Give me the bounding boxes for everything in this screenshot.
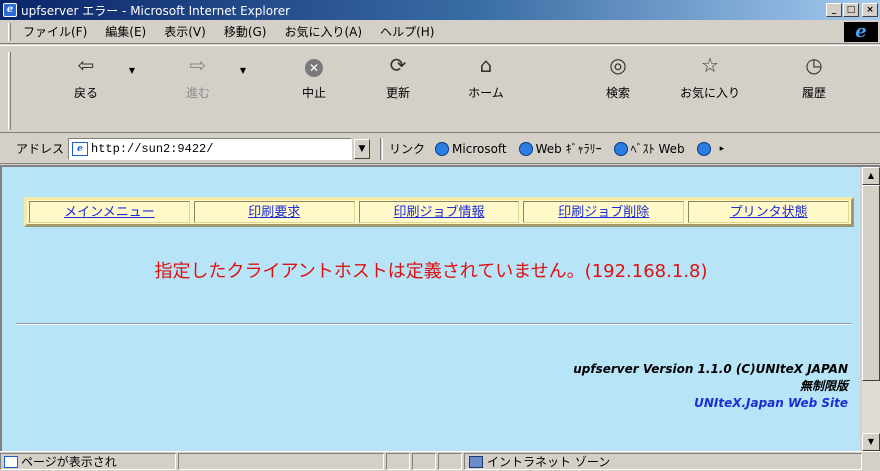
- address-label: アドレス: [16, 142, 65, 156]
- nav-cell-job-info: 印刷ジョブ情報: [358, 201, 520, 223]
- status-bar: ページが表示され イントラネット ゾーン: [0, 451, 880, 471]
- page-status-icon: [4, 455, 18, 468]
- globe-icon: [696, 141, 711, 156]
- back-label: 戻る: [73, 86, 98, 100]
- toolbar-separator: [380, 137, 384, 160]
- ie-throbber-logo: e: [844, 22, 878, 42]
- scroll-down-icon[interactable]: ▼: [862, 433, 880, 451]
- link-web-gallery-label: Web ｷﾞｬﾗﾘｰ: [535, 142, 602, 156]
- links-label[interactable]: リンク: [389, 140, 425, 157]
- nav-cell-print-request: 印刷要求: [193, 201, 355, 223]
- maximize-button[interactable]: □: [843, 3, 859, 17]
- forward-button[interactable]: ⇨ 進む: [168, 50, 228, 130]
- stop-icon: ✕: [305, 59, 323, 77]
- globe-icon: [613, 141, 628, 156]
- page-nav-bar: メインメニュー 印刷要求 印刷ジョブ情報 印刷ジョブ削除 プリンタ状態: [24, 197, 854, 227]
- page-content: メインメニュー 印刷要求 印刷ジョブ情報 印刷ジョブ削除 プリンタ状態 指定した…: [2, 167, 860, 451]
- intranet-zone-icon: [469, 455, 483, 468]
- history-label: 履歴: [801, 86, 826, 100]
- link-microsoft[interactable]: Microsoft: [435, 141, 507, 156]
- page-footer: upfserver Version 1.1.0 (C)UNIteX JAPAN …: [573, 361, 848, 412]
- address-field[interactable]: e: [68, 137, 353, 160]
- title-bar: e upfserver エラー - Microsoft Internet Exp…: [0, 0, 880, 20]
- forward-dropdown-icon[interactable]: ▼: [238, 66, 248, 75]
- nav-cell-job-delete: 印刷ジョブ削除: [523, 201, 685, 223]
- menu-view[interactable]: 表示(V): [158, 23, 212, 40]
- toolbar-grip[interactable]: [8, 52, 11, 130]
- ie-app-icon[interactable]: e: [3, 3, 17, 17]
- standard-toolbar: ⇦ 戻る ▼ ⇨ 進む ▼ ✕ 中止 ⟳ 更新 ⌂ ホーム ◎ 検索 ☆ お気に…: [0, 45, 880, 133]
- globe-icon: [435, 141, 450, 156]
- link-best-web[interactable]: ﾍﾞｽﾄ Web: [613, 140, 685, 157]
- back-button[interactable]: ⇦ 戻る: [56, 50, 116, 130]
- refresh-label: 更新: [385, 86, 410, 100]
- address-dropdown-button[interactable]: ▼: [354, 138, 371, 159]
- minimize-button[interactable]: _: [826, 3, 842, 17]
- nav-main-menu-link[interactable]: メインメニュー: [64, 205, 155, 220]
- link-web-gallery[interactable]: Web ｷﾞｬﾗﾘｰ: [518, 140, 602, 157]
- error-message: 指定したクライアントホストは定義されていません。(192.168.1.8): [154, 261, 708, 282]
- status-panel-lock: [386, 453, 410, 470]
- globe-icon: [518, 141, 533, 156]
- search-label: 検索: [605, 86, 630, 100]
- nav-cell-main-menu: メインメニュー: [29, 201, 190, 223]
- favorites-icon: ☆: [701, 53, 719, 77]
- menu-file[interactable]: ファイル(F): [17, 23, 93, 40]
- status-text: ページが表示され: [21, 455, 117, 469]
- edition-text: 無制限版: [799, 379, 848, 393]
- horizontal-rule: [16, 323, 852, 325]
- menu-bar: ファイル(F) 編集(E) 表示(V) 移動(G) お気に入り(A) ヘルプ(H…: [0, 20, 880, 44]
- menu-go[interactable]: 移動(G): [218, 23, 273, 40]
- back-arrow-icon: ⇦: [77, 53, 95, 77]
- scrollbar-thumb[interactable]: [862, 185, 880, 381]
- close-button[interactable]: ×: [862, 3, 878, 17]
- page-icon: e: [72, 141, 89, 156]
- menubar-grip[interactable]: [8, 22, 11, 41]
- zone-text: イントラネット ゾーン: [487, 455, 611, 469]
- forward-arrow-icon: ⇨: [189, 53, 207, 77]
- home-label: ホーム: [468, 86, 504, 100]
- nav-cell-printer-status: プリンタ状態: [688, 201, 849, 223]
- status-progress-panel: [178, 453, 384, 470]
- link-overflow[interactable]: [696, 141, 714, 156]
- back-dropdown-icon[interactable]: ▼: [127, 66, 137, 75]
- link-microsoft-label: Microsoft: [452, 141, 507, 156]
- scroll-up-icon[interactable]: ▲: [862, 167, 880, 185]
- home-button[interactable]: ⌂ ホーム: [456, 50, 516, 130]
- history-icon: ◷: [805, 53, 823, 77]
- nav-job-delete-link[interactable]: 印刷ジョブ削除: [558, 205, 649, 220]
- nav-printer-status-link[interactable]: プリンタ状態: [730, 205, 808, 220]
- refresh-icon: ⟳: [389, 53, 407, 77]
- status-panel-extra: [438, 453, 462, 470]
- zone-panel: イントラネット ゾーン: [464, 453, 862, 470]
- forward-label: 進む: [185, 86, 210, 100]
- chevron-right-icon[interactable]: ▸: [720, 144, 725, 154]
- nav-print-request-link[interactable]: 印刷要求: [248, 205, 300, 220]
- vertical-scrollbar[interactable]: ▲ ▼: [862, 167, 880, 451]
- favorites-label: お気に入り: [680, 86, 741, 100]
- link-best-web-label: ﾍﾞｽﾄ Web: [630, 142, 685, 156]
- search-button[interactable]: ◎ 検索: [588, 50, 648, 130]
- menu-help[interactable]: ヘルプ(H): [374, 23, 440, 40]
- stop-label: 中止: [301, 86, 326, 100]
- nav-job-info-link[interactable]: 印刷ジョブ情報: [393, 205, 484, 220]
- menu-favorites[interactable]: お気に入り(A): [278, 23, 368, 40]
- window-title: upfserver エラー - Microsoft Internet Explo…: [21, 3, 291, 18]
- home-icon: ⌂: [479, 53, 493, 77]
- stop-button[interactable]: ✕ 中止: [284, 50, 344, 130]
- status-panel-blank: [412, 453, 436, 470]
- search-icon: ◎: [609, 53, 627, 77]
- status-text-panel: ページが表示され: [0, 453, 176, 470]
- version-text: upfserver Version 1.1.0 (C)UNIteX JAPAN: [573, 362, 848, 376]
- site-link[interactable]: UNIteX.Japan Web Site: [694, 396, 848, 410]
- address-bar: アドレス e ▼ リンク Microsoft Web ｷﾞｬﾗﾘｰ ﾍﾞｽﾄ W…: [0, 134, 880, 164]
- menu-edit[interactable]: 編集(E): [99, 23, 152, 40]
- history-button[interactable]: ◷ 履歴: [784, 50, 844, 130]
- browser-viewport: メインメニュー 印刷要求 印刷ジョブ情報 印刷ジョブ削除 プリンタ状態 指定した…: [0, 165, 880, 451]
- favorites-button[interactable]: ☆ お気に入り: [680, 50, 740, 130]
- address-input[interactable]: [91, 141, 352, 156]
- refresh-button[interactable]: ⟳ 更新: [368, 50, 428, 130]
